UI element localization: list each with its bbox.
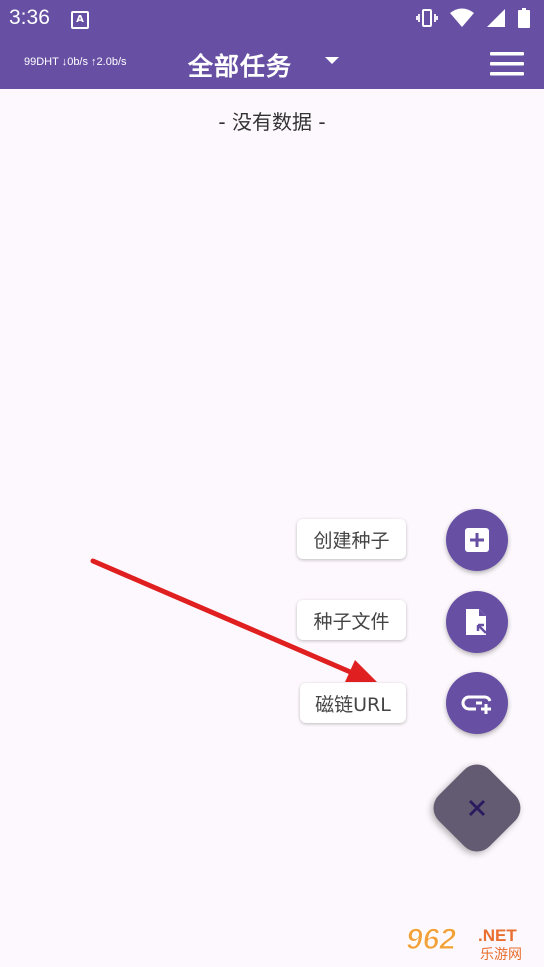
watermark-suffix: .NET	[478, 926, 517, 945]
watermark-sub: 乐游网	[480, 947, 522, 963]
watermark-logo: 962 .NET 乐游网	[406, 923, 523, 964]
annotation-arrow	[90, 558, 377, 682]
watermark-number: 962	[406, 923, 456, 956]
